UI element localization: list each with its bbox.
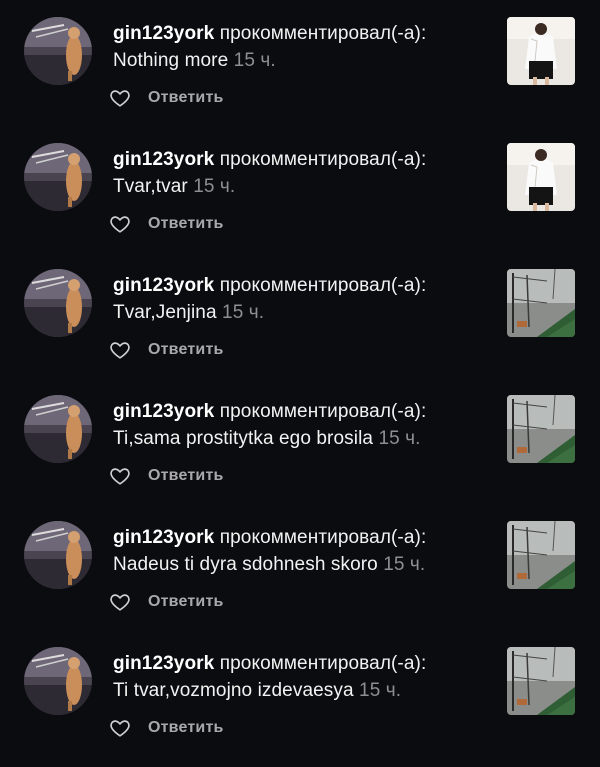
username[interactable]: gin123york [113,23,214,44]
action-text: прокомментировал(-а): [219,527,427,548]
action-text: прокомментировал(-а): [219,401,427,422]
heart-outline-icon[interactable] [108,338,132,362]
username[interactable]: gin123york [113,527,214,548]
timestamp: 15 ч. [222,302,265,323]
notification-item[interactable]: gin123york прокомментировал(-а): Tvar,tv… [0,126,600,252]
user-avatar[interactable] [24,647,92,715]
comment-text: Nadeus ti dyra sdohnesh skoro [113,554,378,575]
timestamp: 15 ч. [233,50,276,71]
user-avatar[interactable] [24,269,92,337]
actions-row: Ответить [108,590,224,614]
user-avatar[interactable] [24,143,92,211]
post-thumbnail[interactable] [507,521,575,589]
comment-text: Nothing more [113,50,229,71]
reply-button[interactable]: Ответить [148,719,224,737]
timestamp: 15 ч. [193,176,236,197]
username[interactable]: gin123york [113,275,214,296]
notification-item[interactable]: gin123york прокомментировал(-а): Ti,sama… [0,378,600,504]
comment-text: Tvar,Jenjina [113,302,217,323]
comment-text: Tvar,tvar [113,176,188,197]
notification-text: gin123york прокомментировал(-а): Nothing… [113,20,493,74]
notification-text: gin123york прокомментировал(-а): Tvar,Je… [113,272,493,326]
reply-button[interactable]: Ответить [148,215,224,233]
username[interactable]: gin123york [113,653,214,674]
notifications-feed: gin123york прокомментировал(-а): Nothing… [0,0,600,767]
heart-outline-icon[interactable] [108,86,132,110]
notification-text: gin123york прокомментировал(-а): Ti,sama… [113,398,493,452]
action-text: прокомментировал(-а): [219,275,427,296]
notification-item[interactable]: gin123york прокомментировал(-а): Nadeus … [0,504,600,630]
post-thumbnail[interactable] [507,17,575,85]
user-avatar[interactable] [24,17,92,85]
post-thumbnail[interactable] [507,395,575,463]
notification-item[interactable]: gin123york прокомментировал(-а): Nothing… [0,0,600,126]
post-thumbnail[interactable] [507,647,575,715]
notification-item[interactable]: gin123york прокомментировал(-а): Tvar,Je… [0,252,600,378]
user-avatar[interactable] [24,521,92,589]
post-thumbnail[interactable] [507,269,575,337]
reply-button[interactable]: Ответить [148,89,224,107]
user-avatar[interactable] [24,395,92,463]
notification-item[interactable]: gin123york прокомментировал(-а): Ti tvar… [0,630,600,756]
reply-button[interactable]: Ответить [148,341,224,359]
action-text: прокомментировал(-а): [219,653,427,674]
heart-outline-icon[interactable] [108,464,132,488]
heart-outline-icon[interactable] [108,716,132,740]
actions-row: Ответить [108,86,224,110]
actions-row: Ответить [108,464,224,488]
reply-button[interactable]: Ответить [148,593,224,611]
action-text: прокомментировал(-а): [219,23,427,44]
comment-text: Ti tvar,vozmojno izdevaesya [113,680,354,701]
timestamp: 15 ч. [378,428,421,449]
notification-text: gin123york прокомментировал(-а): Nadeus … [113,524,493,578]
comment-text: Ti,sama prostitytka ego brosila [113,428,374,449]
action-text: прокомментировал(-а): [219,149,427,170]
heart-outline-icon[interactable] [108,590,132,614]
actions-row: Ответить [108,338,224,362]
timestamp: 15 ч. [359,680,402,701]
username[interactable]: gin123york [113,401,214,422]
reply-button[interactable]: Ответить [148,467,224,485]
username[interactable]: gin123york [113,149,214,170]
timestamp: 15 ч. [383,554,426,575]
heart-outline-icon[interactable] [108,212,132,236]
post-thumbnail[interactable] [507,143,575,211]
actions-row: Ответить [108,212,224,236]
notification-text: gin123york прокомментировал(-а): Tvar,tv… [113,146,493,200]
actions-row: Ответить [108,716,224,740]
notification-text: gin123york прокомментировал(-а): Ti tvar… [113,650,493,704]
